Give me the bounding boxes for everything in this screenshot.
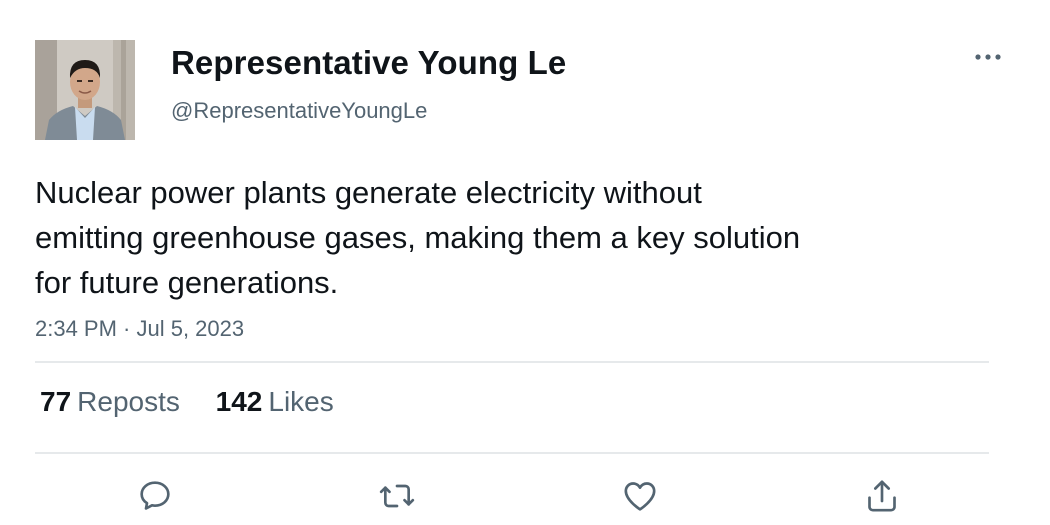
reply-button[interactable]: [133, 474, 177, 518]
action-bar: [0, 474, 1050, 518]
reply-icon: [140, 481, 170, 510]
more-options-button[interactable]: [968, 40, 1008, 74]
likes-count: 142: [215, 386, 263, 417]
engagement-stats: 77 Reposts 142 Likes: [40, 386, 334, 418]
divider: [35, 452, 989, 454]
reposts-label: Reposts: [77, 386, 180, 417]
reposts-count: 77: [40, 386, 72, 417]
tweet-text: Nuclear power plants generate electricit…: [35, 175, 801, 300]
avatar[interactable]: [35, 40, 135, 140]
user-handle[interactable]: @RepresentativeYoungLe: [171, 98, 427, 124]
likes-label: Likes: [268, 386, 334, 417]
tweet-timestamp[interactable]: 2:34 PM · Jul 5, 2023: [35, 316, 244, 342]
likes-stat[interactable]: 142 Likes: [216, 386, 334, 418]
like-button[interactable]: [618, 474, 662, 518]
divider: [35, 361, 989, 363]
repost-icon: [379, 484, 415, 508]
more-options-icon: [975, 54, 1001, 60]
avatar-photo: [35, 40, 135, 140]
tweet-card: Representative Young Le @RepresentativeY…: [0, 0, 1050, 525]
repost-button[interactable]: [375, 474, 419, 518]
share-button[interactable]: [860, 474, 904, 518]
reposts-stat[interactable]: 77 Reposts: [40, 386, 180, 418]
like-icon: [624, 482, 656, 511]
display-name[interactable]: Representative Young Le: [171, 44, 566, 82]
share-icon: [868, 480, 896, 512]
